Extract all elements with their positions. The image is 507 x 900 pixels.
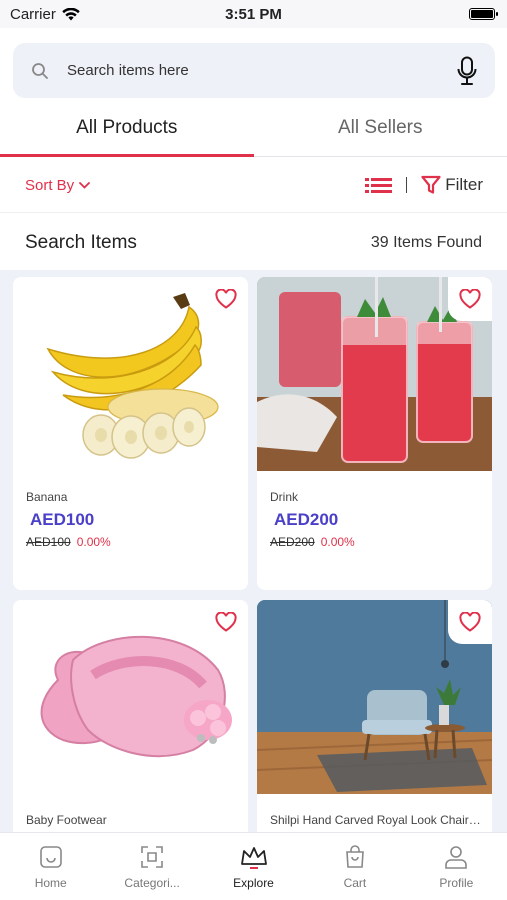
bottom-nav: Home Categori... Explore Cart Profile <box>0 832 507 900</box>
nav-cart[interactable]: Cart <box>304 833 405 900</box>
heart-icon <box>215 289 237 309</box>
nav-cart-label: Cart <box>343 875 367 890</box>
home-icon <box>39 845 62 868</box>
sort-button[interactable]: Sort By <box>25 176 91 194</box>
results-header: Search Items 39 Items Found <box>0 215 507 270</box>
product-discount: 0.00% <box>320 535 355 549</box>
favorite-button[interactable] <box>204 277 248 321</box>
product-old-price: AED100 <box>26 535 71 549</box>
favorite-button[interactable] <box>448 600 492 644</box>
nav-home[interactable]: Home <box>0 833 101 900</box>
nav-categories[interactable]: Categori... <box>101 833 202 900</box>
search-icon <box>32 62 48 79</box>
product-card-baby-footwear[interactable]: Baby Footwear <box>13 600 248 832</box>
product-name: Banana <box>26 490 68 504</box>
search-input[interactable]: Search items here <box>67 62 457 79</box>
favorite-button[interactable] <box>204 600 248 644</box>
search-bar[interactable]: Search items here <box>13 43 495 98</box>
nav-profile-label: Profile <box>439 875 474 890</box>
nav-explore-label: Explore <box>233 875 274 890</box>
chevron-down-icon <box>79 181 91 189</box>
toolbar-right: Filter <box>365 175 483 195</box>
product-name: Baby Footwear <box>26 813 107 827</box>
nav-home-label: Home <box>34 875 67 890</box>
product-card-chair[interactable]: Shilpi Hand Carved Royal Look Chair ... <box>257 600 492 832</box>
results-title: Search Items <box>25 231 137 253</box>
profile-icon <box>445 845 468 869</box>
product-name: Drink <box>270 490 299 504</box>
tab-all-sellers[interactable]: All Sellers <box>254 100 507 156</box>
nav-categories-label: Categori... <box>124 875 180 890</box>
product-name: Shilpi Hand Carved Royal Look Chair ... <box>270 813 482 827</box>
crown-icon <box>240 846 267 869</box>
product-grid: Banana AED100 AED100 0.00% Drink AED200 … <box>0 270 507 832</box>
filter-button[interactable]: Filter <box>421 175 483 195</box>
product-price: AED100 <box>30 510 95 529</box>
carrier-label: Carrier <box>10 5 56 23</box>
filter-icon <box>421 175 441 194</box>
filter-label: Filter <box>445 175 483 194</box>
heart-icon <box>459 612 481 632</box>
bag-icon <box>346 844 364 868</box>
heart-icon <box>215 612 237 632</box>
product-old-price: AED200 <box>270 535 315 549</box>
wifi-icon <box>62 7 80 20</box>
battery-icon <box>469 8 498 20</box>
results-count: 39 Items Found <box>370 233 482 251</box>
status-left: Carrier <box>10 6 80 23</box>
nav-explore[interactable]: Explore <box>203 833 304 900</box>
tab-all-products[interactable]: All Products <box>0 100 254 157</box>
toolbar-divider <box>406 177 408 193</box>
status-bar: Carrier 3:51 PM <box>0 0 507 28</box>
microphone-icon[interactable] <box>457 56 477 86</box>
heart-icon <box>459 289 481 309</box>
sort-label: Sort By <box>25 176 75 194</box>
categories-icon <box>141 845 163 868</box>
tab-bar: All Products All Sellers <box>0 100 507 157</box>
toolbar: Sort By Filter <box>0 158 507 213</box>
list-view-icon[interactable] <box>365 177 393 194</box>
nav-profile[interactable]: Profile <box>406 833 507 900</box>
product-card-banana[interactable]: Banana AED100 AED100 0.00% <box>13 277 248 590</box>
favorite-button[interactable] <box>448 277 492 321</box>
product-price: AED200 <box>274 510 339 529</box>
product-discount: 0.00% <box>76 535 111 549</box>
product-old-price-row: AED200 0.00% <box>270 535 355 549</box>
product-card-drink[interactable]: Drink AED200 AED200 0.00% <box>257 277 492 590</box>
product-old-price-row: AED100 0.00% <box>26 535 111 549</box>
